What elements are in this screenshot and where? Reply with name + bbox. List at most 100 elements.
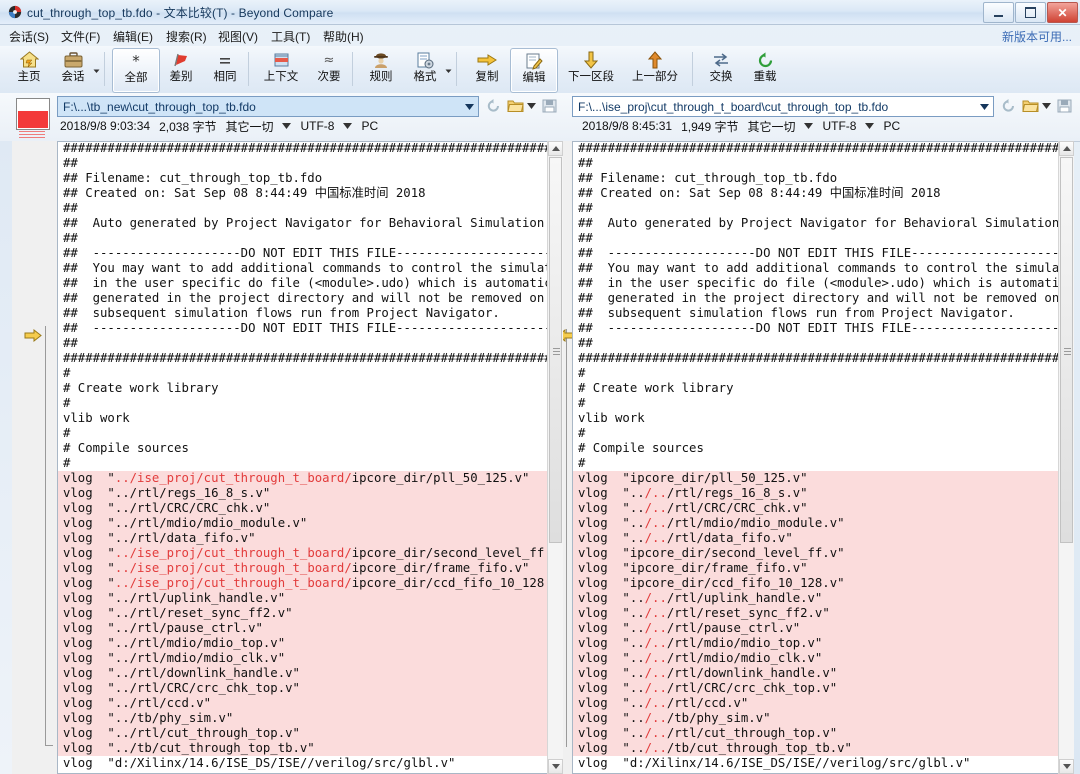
code-line-difference[interactable]: vlog "../../rtl/mdio/mdio_module.v" <box>572 516 1072 531</box>
code-line-difference[interactable]: vlog "../tb/phy_sim.v" <box>57 711 562 726</box>
code-line-difference[interactable]: vlog "ipcore_dir/second_level_ff.v" <box>572 546 1072 561</box>
code-line-difference[interactable]: vlog "../rtl/mdio/mdio_clk.v" <box>57 651 562 666</box>
code-line[interactable]: ## Filename: cut_through_top_tb.fdo <box>57 171 562 186</box>
right-scroll-thumb[interactable] <box>1060 157 1073 543</box>
code-line[interactable]: ## <box>57 201 562 216</box>
code-line[interactable]: vlog "d:/Xilinx/14.6/ISE_DS/ISE//verilog… <box>57 756 562 771</box>
code-line-difference[interactable]: vlog "../../rtl/data_fifo.v" <box>572 531 1072 546</box>
right-scroll-up-button[interactable] <box>1059 141 1074 156</box>
code-line[interactable]: vlib work <box>572 411 1072 426</box>
maximize-button[interactable] <box>1015 2 1046 23</box>
code-line[interactable]: ## Created on: Sat Sep 08 8:44:49 中国标准时间… <box>57 186 562 201</box>
format-dropdown-chevron-down-icon[interactable] <box>444 66 453 75</box>
code-line-difference[interactable]: vlog "ipcore_dir/frame_fifo.v" <box>572 561 1072 576</box>
toolbar-swap-button[interactable]: 交换 <box>700 48 742 91</box>
left-diff-gutter[interactable] <box>12 141 57 774</box>
code-line[interactable]: ## <box>57 231 562 246</box>
left-file-rules[interactable]: 其它一切 <box>225 118 273 135</box>
right-refresh-icon[interactable] <box>1000 98 1017 114</box>
code-line[interactable]: ########################################… <box>572 141 1072 156</box>
code-line-difference[interactable]: vlog "../../rtl/cut_through_top.v" <box>572 726 1072 741</box>
menu-file[interactable]: 文件(F) <box>61 28 100 45</box>
toolbar-next-section-button[interactable]: 下一区段 <box>560 48 622 91</box>
code-line[interactable]: ## You may want to add additional comman… <box>57 261 562 276</box>
left-pane-scrollbar[interactable] <box>547 141 563 774</box>
code-line[interactable]: ## generated in the project directory an… <box>572 291 1072 306</box>
right-browse-folder-icon[interactable] <box>1022 98 1039 114</box>
code-line[interactable]: ########################################… <box>572 351 1072 366</box>
right-save-icon[interactable] <box>1056 98 1073 114</box>
code-line-difference[interactable]: vlog "../ise_proj/cut_through_t_board/ip… <box>57 546 562 561</box>
code-line[interactable]: vlib work <box>57 411 562 426</box>
code-line[interactable]: # <box>572 366 1072 381</box>
code-line[interactable]: # Create work library <box>572 381 1072 396</box>
code-line[interactable]: ## --------------------DO NOT EDIT THIS … <box>57 246 562 261</box>
close-button[interactable]: ✕ <box>1047 2 1078 23</box>
code-line[interactable]: # Compile sources <box>572 441 1072 456</box>
code-line-difference[interactable]: vlog "../../rtl/mdio/mdio_clk.v" <box>572 651 1072 666</box>
toolbar-all-button[interactable]: * 全部 <box>112 48 160 93</box>
left-save-icon[interactable] <box>541 98 558 114</box>
code-line-difference[interactable]: vlog "../../rtl/CRC/CRC_chk.v" <box>572 501 1072 516</box>
code-line-difference[interactable]: vlog "../../rtl/reset_sync_ff2.v" <box>572 606 1072 621</box>
code-line-difference[interactable]: vlog "../rtl/uplink_handle.v" <box>57 591 562 606</box>
code-line-difference[interactable]: vlog "../../rtl/regs_16_8_s.v" <box>572 486 1072 501</box>
toolbar-format-button[interactable]: 格式 <box>404 48 446 91</box>
session-dropdown-chevron-down-icon[interactable] <box>92 66 101 75</box>
code-line-difference[interactable]: vlog "../tb/cut_through_top_tb.v" <box>57 741 562 756</box>
right-scroll-down-button[interactable] <box>1059 759 1074 774</box>
menu-tools[interactable]: 工具(T) <box>271 28 310 45</box>
code-line-difference[interactable]: vlog "../ise_proj/cut_through_t_board/ip… <box>57 561 562 576</box>
left-path-combobox[interactable]: F:\...\tb_new\cut_through_top_tb.fdo <box>57 96 479 117</box>
menu-help[interactable]: 帮助(H) <box>323 28 364 45</box>
code-line[interactable]: ## Auto generated by Project Navigator f… <box>572 216 1072 231</box>
code-line[interactable]: ## in the user specific do file (<module… <box>572 276 1072 291</box>
toolbar-copy-button[interactable]: 复制 <box>466 48 508 91</box>
code-line[interactable]: ## <box>57 336 562 351</box>
right-file-rules[interactable]: 其它一切 <box>747 118 795 135</box>
toolbar-minor-button[interactable]: ≈ 次要 <box>308 48 350 91</box>
code-line[interactable]: ## You may want to add additional comman… <box>572 261 1072 276</box>
right-path-chevron-down-icon[interactable] <box>980 104 989 110</box>
toolbar-differences-button[interactable]: 差别 <box>160 48 202 91</box>
code-line-difference[interactable]: vlog "../../rtl/downlink_handle.v" <box>572 666 1072 681</box>
left-browse-folder-icon[interactable] <box>507 98 524 114</box>
left-rules-chevron-down-icon[interactable] <box>282 123 292 129</box>
right-rules-chevron-down-icon[interactable] <box>804 123 814 129</box>
code-line-difference[interactable]: vlog "../rtl/CRC/crc_chk_top.v" <box>57 681 562 696</box>
code-line-difference[interactable]: vlog "../rtl/mdio/mdio_module.v" <box>57 516 562 531</box>
menu-view[interactable]: 视图(V) <box>218 28 258 45</box>
code-line-difference[interactable]: vlog "../ise_proj/cut_through_t_board/ip… <box>57 471 562 486</box>
code-line-difference[interactable]: vlog "../rtl/mdio/mdio_top.v" <box>57 636 562 651</box>
right-text-pane[interactable]: ########################################… <box>572 141 1072 774</box>
code-line-difference[interactable]: vlog "../../rtl/ccd.v" <box>572 696 1072 711</box>
toolbar-reload-button[interactable]: 重载 <box>744 48 786 91</box>
code-line[interactable]: ## generated in the project directory an… <box>57 291 562 306</box>
code-line[interactable]: ## subsequent simulation flows run from … <box>572 306 1072 321</box>
new-version-link[interactable]: 新版本可用... <box>1002 28 1072 45</box>
code-line[interactable]: # <box>57 366 562 381</box>
minimize-button[interactable] <box>983 2 1014 23</box>
toolbar-same-button[interactable]: 相同 <box>204 48 246 91</box>
code-line-difference[interactable]: vlog "../rtl/ccd.v" <box>57 696 562 711</box>
left-scroll-down-button[interactable] <box>548 759 563 774</box>
code-line-difference[interactable]: vlog "../ise_proj/cut_through_t_board/ip… <box>57 576 562 591</box>
code-line-difference[interactable]: vlog "../../rtl/pause_ctrl.v" <box>572 621 1072 636</box>
right-pane-scrollbar[interactable] <box>1058 141 1074 774</box>
left-refresh-icon[interactable] <box>485 98 502 114</box>
code-line[interactable]: ## <box>572 201 1072 216</box>
left-scroll-thumb[interactable] <box>549 157 562 543</box>
toolbar-session-button[interactable]: 会话 <box>52 48 94 91</box>
code-line[interactable]: # Create work library <box>57 381 562 396</box>
code-line[interactable]: ## Auto generated by Project Navigator f… <box>57 216 562 231</box>
code-line[interactable]: ## --------------------DO NOT EDIT THIS … <box>572 321 1072 336</box>
code-line[interactable]: # <box>57 456 562 471</box>
code-line-difference[interactable]: vlog "../../rtl/mdio/mdio_top.v" <box>572 636 1072 651</box>
code-line-difference[interactable]: vlog "../rtl/cut_through_top.v" <box>57 726 562 741</box>
toolbar-context-button[interactable]: 上下文 <box>256 48 306 91</box>
left-path-chevron-down-icon[interactable] <box>465 104 474 110</box>
left-scroll-up-button[interactable] <box>548 141 563 156</box>
code-line-difference[interactable]: vlog "../rtl/data_fifo.v" <box>57 531 562 546</box>
code-line[interactable]: ########################################… <box>57 351 562 366</box>
code-line-difference[interactable]: vlog "ipcore_dir/ccd_fifo_10_128.v" <box>572 576 1072 591</box>
